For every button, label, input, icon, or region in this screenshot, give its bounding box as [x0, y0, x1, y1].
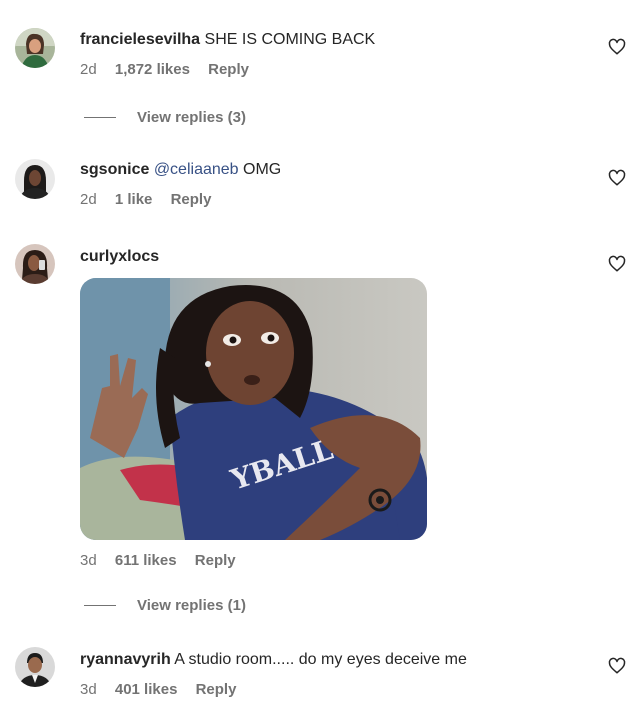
comment-username[interactable]: curlyxlocs: [80, 248, 159, 265]
comment-age: 3d: [80, 681, 97, 698]
comment-meta: 2d 1 like Reply: [80, 191, 584, 208]
avatar-image: [15, 244, 55, 284]
avatar-image: [15, 28, 55, 68]
comment-text-line: francielesevilha SHE IS COMING BACK: [80, 30, 584, 50]
divider-dash: [84, 117, 116, 118]
comment-username[interactable]: ryannavyrih: [80, 651, 171, 668]
reply-button[interactable]: Reply: [208, 61, 249, 78]
avatar[interactable]: [15, 159, 55, 199]
comment-age: 2d: [80, 61, 97, 78]
reply-button[interactable]: Reply: [196, 681, 237, 698]
comment-mention[interactable]: @celiaaneb: [154, 161, 239, 178]
heart-outline-icon[interactable]: [608, 169, 626, 187]
heart-outline-icon[interactable]: [608, 657, 626, 675]
view-replies-label: View replies (3): [137, 109, 246, 126]
comment-meta: 2d 1,872 likes Reply: [80, 61, 584, 78]
view-replies-button[interactable]: View replies (1): [84, 597, 246, 614]
comment-gif[interactable]: YBALL: [80, 278, 427, 540]
avatar[interactable]: [15, 244, 55, 284]
reply-button[interactable]: Reply: [195, 552, 236, 569]
comment-username[interactable]: sgsonice: [80, 161, 149, 178]
comment-age: 3d: [80, 552, 97, 569]
comment-likes[interactable]: 611 likes: [115, 552, 177, 569]
comment-meta: 3d 611 likes Reply: [80, 552, 584, 569]
comment-text-line: ryannavyrih A studio room..... do my eye…: [80, 650, 584, 670]
heart-outline-icon[interactable]: [608, 255, 626, 273]
comment-text-line: sgsonice @celiaaneb OMG: [80, 160, 584, 180]
view-replies-label: View replies (1): [137, 597, 246, 614]
comment-text: SHE IS COMING BACK: [204, 31, 376, 48]
comment-username[interactable]: francielesevilha: [80, 31, 200, 48]
avatar[interactable]: [15, 28, 55, 68]
comment-text-line: curlyxlocs: [80, 247, 584, 267]
comment-text: A studio room..... do my eyes deceive me: [174, 651, 467, 668]
comment-age: 2d: [80, 191, 97, 208]
comment-meta: 3d 401 likes Reply: [80, 681, 584, 698]
gif-image: YBALL: [80, 278, 427, 540]
reply-button[interactable]: Reply: [171, 191, 212, 208]
heart-outline-icon[interactable]: [608, 38, 626, 56]
comment-likes[interactable]: 1,872 likes: [115, 61, 190, 78]
view-replies-button[interactable]: View replies (3): [84, 109, 246, 126]
comment-likes[interactable]: 1 like: [115, 191, 153, 208]
avatar[interactable]: [15, 647, 55, 687]
comment-likes[interactable]: 401 likes: [115, 681, 178, 698]
comment-text: OMG: [243, 161, 282, 178]
divider-dash: [84, 605, 116, 606]
avatar-image: [15, 647, 55, 687]
avatar-image: [15, 159, 55, 199]
